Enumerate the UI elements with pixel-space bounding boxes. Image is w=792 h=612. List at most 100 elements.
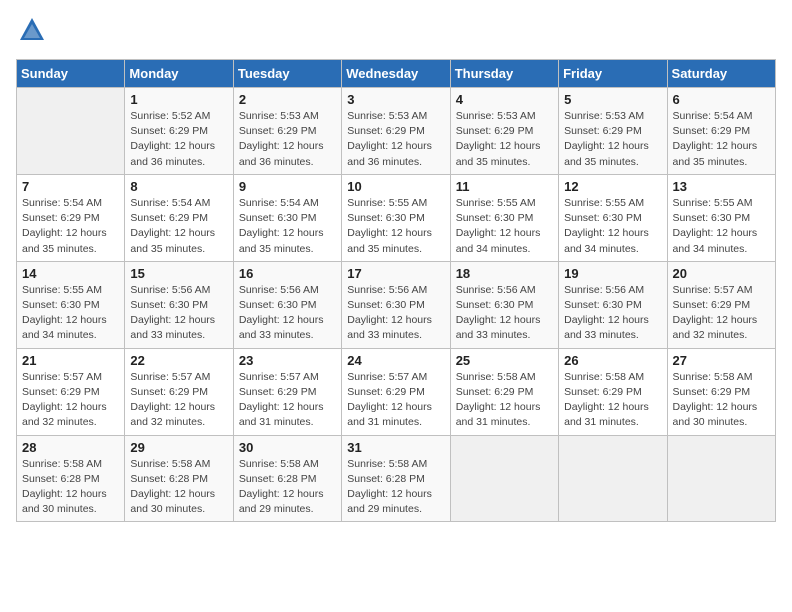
day-number: 22 xyxy=(130,353,227,368)
day-number: 9 xyxy=(239,179,336,194)
calendar-cell xyxy=(559,435,667,522)
calendar-cell: 23Sunrise: 5:57 AM Sunset: 6:29 PM Dayli… xyxy=(233,348,341,435)
day-info: Sunrise: 5:53 AM Sunset: 6:29 PM Dayligh… xyxy=(347,109,444,170)
day-number: 27 xyxy=(673,353,770,368)
calendar-cell: 19 Sunrise: 5:56 AM Sunset: 6:30 PM Dayli… xyxy=(559,261,667,348)
day-info: Sunrise: 5:56 AM Sunset: 6:30 PM Dayligh… xyxy=(239,283,336,344)
calendar-cell: 5Sunrise: 5:53 AM Sunset: 6:29 PM Daylig… xyxy=(559,88,667,175)
day-info: Sunrise: 5:55 AM Sunset: 6:30 PM Dayligh… xyxy=(347,196,444,257)
calendar-week-row: 1 Sunrise: 5:52 AM Sunset: 6:29 PM Daylig… xyxy=(17,88,776,175)
calendar-cell: 27Sunrise: 5:58 AM Sunset: 6:29 PM Dayli… xyxy=(667,348,775,435)
calendar-cell: 13 Sunrise: 5:55 AM Sunset: 6:30 PM Dayli… xyxy=(667,174,775,261)
day-number: 13 xyxy=(673,179,770,194)
day-info: Sunrise: 5:56 AM Sunset: 6:30 PM Dayligh… xyxy=(130,283,227,344)
day-number: 29 xyxy=(130,440,227,455)
day-number: 4 xyxy=(456,92,553,107)
weekday-header-tuesday: Tuesday xyxy=(233,60,341,88)
day-number: 24 xyxy=(347,353,444,368)
day-info: Sunrise: 5:58 AM Sunset: 6:29 PM Dayligh… xyxy=(564,370,661,431)
day-number: 31 xyxy=(347,440,444,455)
day-info: Sunrise: 5:52 AM Sunset: 6:29 PM Dayligh… xyxy=(130,109,227,170)
weekday-header-thursday: Thursday xyxy=(450,60,558,88)
day-info: Sunrise: 5:58 AM Sunset: 6:28 PM Dayligh… xyxy=(22,457,119,518)
calendar-cell: 21 Sunrise: 5:57 AM Sunset: 6:29 PM Dayli… xyxy=(17,348,125,435)
calendar-cell: 11 Sunrise: 5:55 AM Sunset: 6:30 PM Dayli… xyxy=(450,174,558,261)
day-number: 30 xyxy=(239,440,336,455)
day-number: 2 xyxy=(239,92,336,107)
calendar-cell: 20 Sunrise: 5:57 AM Sunset: 6:29 PM Dayli… xyxy=(667,261,775,348)
day-info: Sunrise: 5:54 AM Sunset: 6:29 PM Dayligh… xyxy=(130,196,227,257)
day-number: 15 xyxy=(130,266,227,281)
calendar-cell: 24 Sunrise: 5:57 AM Sunset: 6:29 PM Dayli… xyxy=(342,348,450,435)
calendar-cell: 9 Sunrise: 5:54 AM Sunset: 6:30 PM Daylig… xyxy=(233,174,341,261)
day-info: Sunrise: 5:54 AM Sunset: 6:29 PM Dayligh… xyxy=(673,109,770,170)
calendar-cell: 6Sunrise: 5:54 AM Sunset: 6:29 PM Daylig… xyxy=(667,88,775,175)
logo-text xyxy=(16,16,46,49)
calendar-cell: 29 Sunrise: 5:58 AM Sunset: 6:28 PM Dayli… xyxy=(125,435,233,522)
calendar-cell: 14Sunrise: 5:55 AM Sunset: 6:30 PM Dayli… xyxy=(17,261,125,348)
calendar-cell: 2 Sunrise: 5:53 AM Sunset: 6:29 PM Daylig… xyxy=(233,88,341,175)
calendar-table: SundayMondayTuesdayWednesdayThursdayFrid… xyxy=(16,59,776,522)
day-info: Sunrise: 5:55 AM Sunset: 6:30 PM Dayligh… xyxy=(456,196,553,257)
day-number: 25 xyxy=(456,353,553,368)
day-number: 7 xyxy=(22,179,119,194)
calendar-week-row: 21 Sunrise: 5:57 AM Sunset: 6:29 PM Dayli… xyxy=(17,348,776,435)
day-info: Sunrise: 5:57 AM Sunset: 6:29 PM Dayligh… xyxy=(130,370,227,431)
day-info: Sunrise: 5:57 AM Sunset: 6:29 PM Dayligh… xyxy=(22,370,119,431)
day-number: 19 xyxy=(564,266,661,281)
day-info: Sunrise: 5:57 AM Sunset: 6:29 PM Dayligh… xyxy=(239,370,336,431)
day-info: Sunrise: 5:58 AM Sunset: 6:28 PM Dayligh… xyxy=(239,457,336,518)
calendar-cell: 31Sunrise: 5:58 AM Sunset: 6:28 PM Dayli… xyxy=(342,435,450,522)
day-number: 20 xyxy=(673,266,770,281)
calendar-week-row: 28 Sunrise: 5:58 AM Sunset: 6:28 PM Dayli… xyxy=(17,435,776,522)
day-info: Sunrise: 5:55 AM Sunset: 6:30 PM Dayligh… xyxy=(564,196,661,257)
weekday-header-sunday: Sunday xyxy=(17,60,125,88)
day-info: Sunrise: 5:57 AM Sunset: 6:29 PM Dayligh… xyxy=(347,370,444,431)
weekday-header-monday: Monday xyxy=(125,60,233,88)
calendar-cell: 10 Sunrise: 5:55 AM Sunset: 6:30 PM Dayli… xyxy=(342,174,450,261)
calendar-cell: 12Sunrise: 5:55 AM Sunset: 6:30 PM Dayli… xyxy=(559,174,667,261)
calendar-cell: 4 Sunrise: 5:53 AM Sunset: 6:29 PM Daylig… xyxy=(450,88,558,175)
calendar-cell: 7 Sunrise: 5:54 AM Sunset: 6:29 PM Daylig… xyxy=(17,174,125,261)
day-info: Sunrise: 5:56 AM Sunset: 6:30 PM Dayligh… xyxy=(564,283,661,344)
day-number: 28 xyxy=(22,440,119,455)
day-number: 26 xyxy=(564,353,661,368)
calendar-cell: 17 Sunrise: 5:56 AM Sunset: 6:30 PM Dayli… xyxy=(342,261,450,348)
day-info: Sunrise: 5:53 AM Sunset: 6:29 PM Dayligh… xyxy=(239,109,336,170)
day-info: Sunrise: 5:53 AM Sunset: 6:29 PM Dayligh… xyxy=(564,109,661,170)
day-number: 17 xyxy=(347,266,444,281)
calendar-cell: 30 Sunrise: 5:58 AM Sunset: 6:28 PM Dayli… xyxy=(233,435,341,522)
calendar-cell: 26 Sunrise: 5:58 AM Sunset: 6:29 PM Dayli… xyxy=(559,348,667,435)
weekday-header-friday: Friday xyxy=(559,60,667,88)
day-info: Sunrise: 5:54 AM Sunset: 6:30 PM Dayligh… xyxy=(239,196,336,257)
day-number: 16 xyxy=(239,266,336,281)
calendar-body: 1 Sunrise: 5:52 AM Sunset: 6:29 PM Daylig… xyxy=(17,88,776,522)
calendar-cell: 28 Sunrise: 5:58 AM Sunset: 6:28 PM Dayli… xyxy=(17,435,125,522)
calendar-week-row: 14Sunrise: 5:55 AM Sunset: 6:30 PM Dayli… xyxy=(17,261,776,348)
calendar-cell: 1 Sunrise: 5:52 AM Sunset: 6:29 PM Daylig… xyxy=(125,88,233,175)
calendar-cell: 25 Sunrise: 5:58 AM Sunset: 6:29 PM Dayli… xyxy=(450,348,558,435)
day-info: Sunrise: 5:57 AM Sunset: 6:29 PM Dayligh… xyxy=(673,283,770,344)
calendar-cell: 16 Sunrise: 5:56 AM Sunset: 6:30 PM Dayli… xyxy=(233,261,341,348)
day-info: Sunrise: 5:55 AM Sunset: 6:30 PM Dayligh… xyxy=(673,196,770,257)
calendar-cell: 22 Sunrise: 5:57 AM Sunset: 6:29 PM Dayli… xyxy=(125,348,233,435)
weekday-header-wednesday: Wednesday xyxy=(342,60,450,88)
day-number: 21 xyxy=(22,353,119,368)
day-info: Sunrise: 5:56 AM Sunset: 6:30 PM Dayligh… xyxy=(456,283,553,344)
logo-icon xyxy=(18,16,46,44)
day-info: Sunrise: 5:58 AM Sunset: 6:28 PM Dayligh… xyxy=(130,457,227,518)
weekday-header-saturday: Saturday xyxy=(667,60,775,88)
day-info: Sunrise: 5:56 AM Sunset: 6:30 PM Dayligh… xyxy=(347,283,444,344)
calendar-cell: 3 Sunrise: 5:53 AM Sunset: 6:29 PM Daylig… xyxy=(342,88,450,175)
day-number: 3 xyxy=(347,92,444,107)
day-number: 10 xyxy=(347,179,444,194)
day-info: Sunrise: 5:58 AM Sunset: 6:29 PM Dayligh… xyxy=(456,370,553,431)
day-number: 1 xyxy=(130,92,227,107)
day-info: Sunrise: 5:54 AM Sunset: 6:29 PM Dayligh… xyxy=(22,196,119,257)
day-info: Sunrise: 5:53 AM Sunset: 6:29 PM Dayligh… xyxy=(456,109,553,170)
day-number: 11 xyxy=(456,179,553,194)
calendar-week-row: 7 Sunrise: 5:54 AM Sunset: 6:29 PM Daylig… xyxy=(17,174,776,261)
day-info: Sunrise: 5:55 AM Sunset: 6:30 PM Dayligh… xyxy=(22,283,119,344)
calendar-header: SundayMondayTuesdayWednesdayThursdayFrid… xyxy=(17,60,776,88)
logo xyxy=(16,16,46,49)
